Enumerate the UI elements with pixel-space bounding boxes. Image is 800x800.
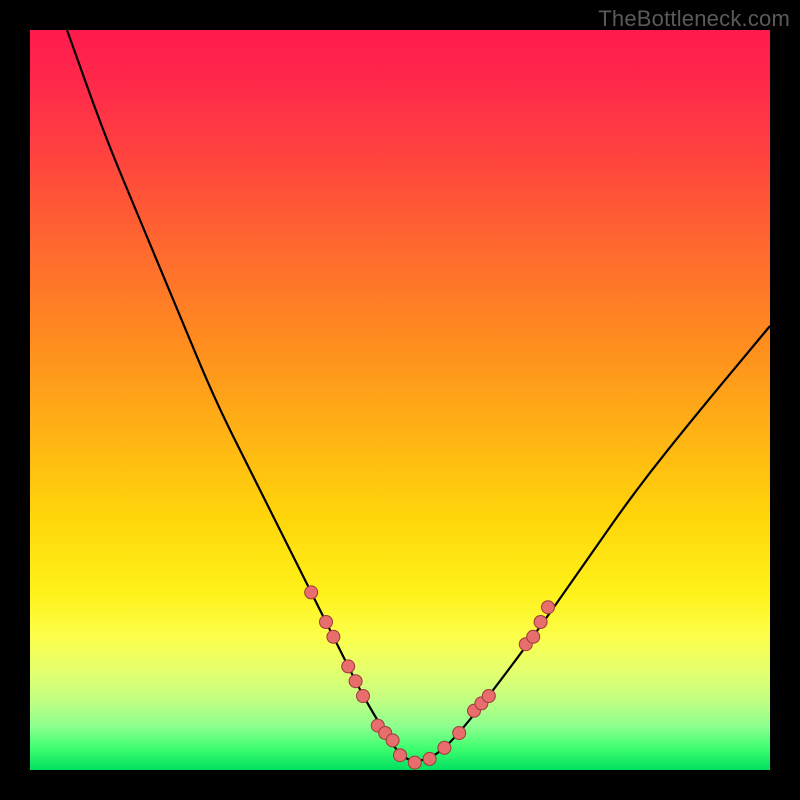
data-points-layer — [30, 30, 770, 770]
data-point — [327, 630, 340, 643]
curve-path — [67, 30, 770, 761]
data-point — [342, 660, 355, 673]
data-point — [357, 690, 370, 703]
data-point — [349, 675, 362, 688]
data-point — [527, 630, 540, 643]
data-point — [453, 727, 466, 740]
data-point — [394, 749, 407, 762]
data-point — [519, 638, 532, 651]
data-point — [379, 727, 392, 740]
data-point — [534, 616, 547, 629]
data-point — [468, 704, 481, 717]
data-point — [475, 697, 488, 710]
data-point — [371, 719, 384, 732]
data-points-group — [305, 586, 555, 769]
data-point — [542, 601, 555, 614]
data-point — [305, 586, 318, 599]
data-point — [482, 690, 495, 703]
chart-stage: TheBottleneck.com — [0, 0, 800, 800]
data-point — [320, 616, 333, 629]
chart-plot-area — [30, 30, 770, 770]
data-point — [423, 752, 436, 765]
bottleneck-curve — [30, 30, 770, 770]
watermark-text: TheBottleneck.com — [598, 6, 790, 32]
data-point — [408, 756, 421, 769]
data-point — [386, 734, 399, 747]
data-point — [438, 741, 451, 754]
